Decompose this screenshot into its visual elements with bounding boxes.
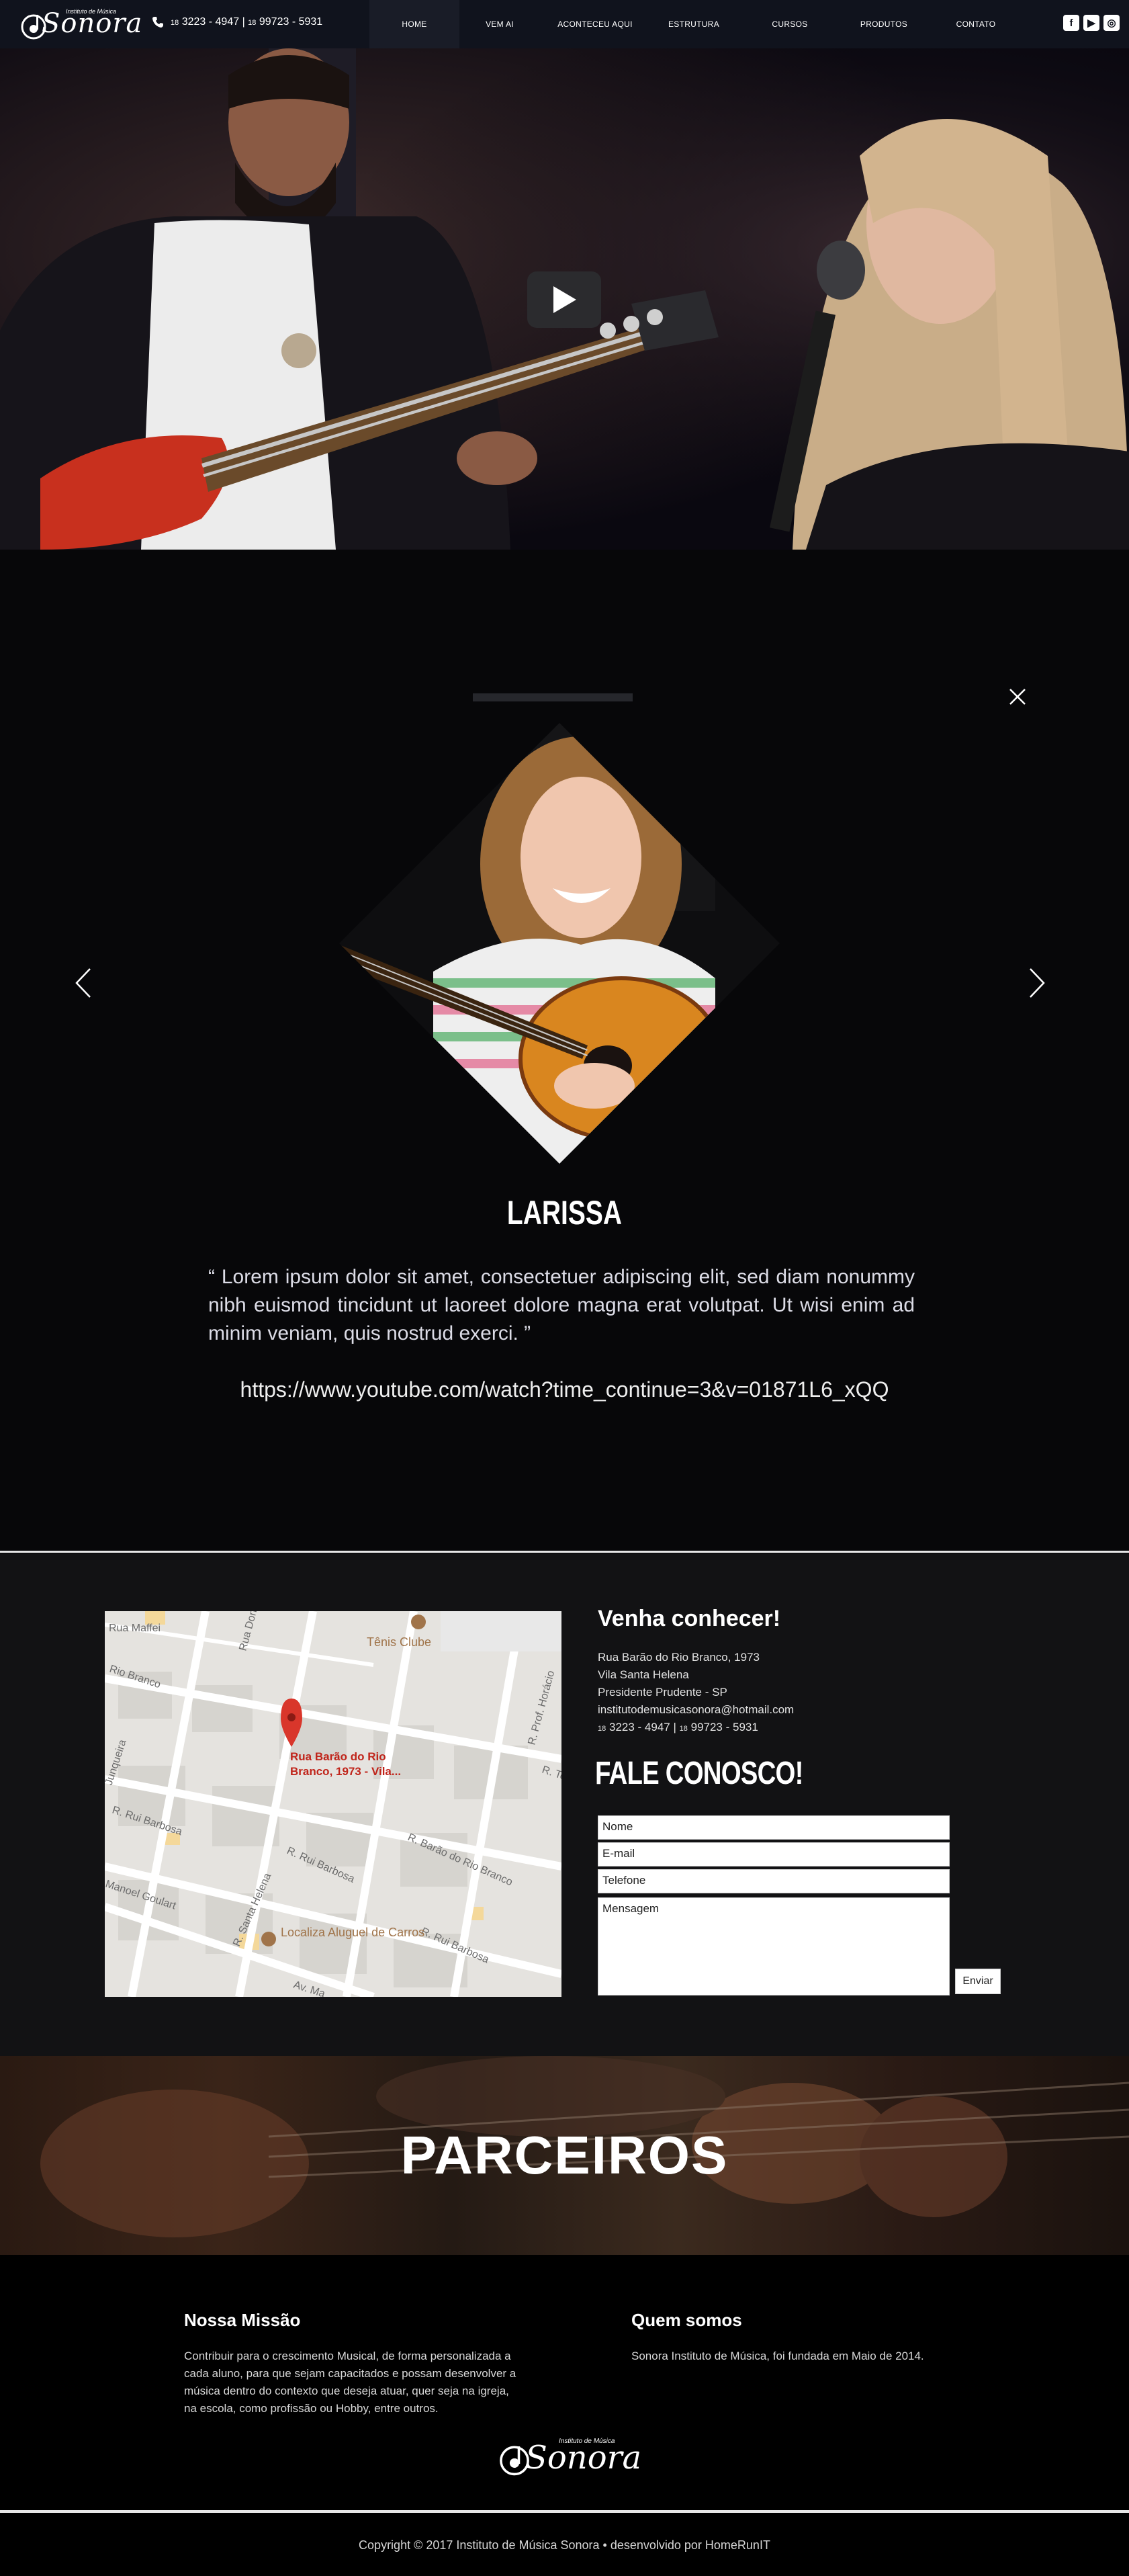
- contact-section: Rua Maffei Rua Dona Militão Rio Branco R…: [0, 1553, 1129, 2056]
- phone-field[interactable]: Telefone: [598, 1869, 950, 1893]
- sonora-logo[interactable]: Instituto de Música Sonora: [17, 4, 142, 44]
- phone-number: 3223 - 4947: [608, 1721, 670, 1733]
- about-text: Sonora Instituto de Música, foi fundada …: [631, 2350, 924, 2362]
- hero-video[interactable]: [0, 48, 1129, 550]
- carousel-indicator[interactable]: [473, 693, 633, 701]
- video-play-button[interactable]: [527, 271, 601, 328]
- testimonial-carousel: LARISSA “ Lorem ipsum dolor sit amet, co…: [0, 550, 1129, 1553]
- testimonial-name: LARISSA: [506, 1194, 623, 1232]
- contact-form-title: FALE CONOSCO!: [595, 1756, 803, 1791]
- phone-number: 99723 - 5931: [690, 1721, 758, 1733]
- about-title: Quem somos: [631, 2310, 742, 2330]
- close-icon[interactable]: [1009, 688, 1026, 705]
- address-line: Vila Santa Helena: [598, 1668, 689, 1681]
- copyright-text: Copyright © 2017 Instituto de Música Son…: [359, 2538, 770, 2552]
- map-place-label: Tênis Clube: [367, 1635, 431, 1649]
- section-divider: [0, 1551, 1129, 1553]
- map-view: Rua Maffei Rua Dona Militão Rio Branco R…: [105, 1611, 561, 1997]
- email-field[interactable]: E-mail: [598, 1842, 950, 1866]
- contact-email[interactable]: institutodemusicasonora@hotmail.com: [598, 1701, 794, 1719]
- menu-item-contato[interactable]: CONTATO: [925, 0, 1026, 48]
- logo-wordmark: Sonora: [525, 2439, 642, 2477]
- send-button[interactable]: Enviar: [955, 1969, 1001, 1994]
- phone-number: 99723 - 5931: [259, 16, 323, 28]
- footer: Nossa Missão Contribuir para o crescimen…: [0, 2255, 1129, 2517]
- testimonial-quote: “ Lorem ipsum dolor sit amet, consectetu…: [208, 1266, 915, 1344]
- partners-banner: PARCEIROS: [0, 2056, 1129, 2255]
- footer-logo[interactable]: Instituto de Música Sonora: [496, 2432, 641, 2489]
- carousel-prev-arrow-icon[interactable]: [74, 966, 93, 1000]
- phone-ddd: 18: [248, 19, 257, 27]
- map-place-label: Localiza Aluguel de Carros: [281, 1926, 424, 1939]
- play-icon: [553, 286, 576, 313]
- social-links: f ▶ ◎: [1063, 15, 1120, 31]
- menu-item-home[interactable]: HOME: [369, 0, 459, 48]
- instagram-icon[interactable]: ◎: [1103, 15, 1120, 31]
- partners-title: PARCEIROS: [400, 2125, 729, 2185]
- logo-wordmark: Sonora: [42, 8, 143, 39]
- phone-ddd: 18: [679, 1725, 688, 1733]
- map-street-label: Rua Maffei: [109, 1623, 161, 1634]
- message-field[interactable]: Mensagem: [598, 1897, 950, 1995]
- carousel-next-arrow-icon[interactable]: [1028, 966, 1046, 1000]
- contact-phone: 18 3223 - 4947 | 18 99723 - 5931: [598, 1719, 794, 1737]
- phone-separator: |: [242, 16, 245, 28]
- contact-address: Rua Barão do Rio Branco, 1973 Vila Santa…: [598, 1649, 794, 1737]
- phone-ddd: 18: [171, 19, 179, 27]
- testimonial-video-link[interactable]: https://www.youtube.com/watch?time_conti…: [0, 1377, 1129, 1402]
- menu-item-cursos[interactable]: CURSOS: [737, 0, 842, 48]
- menu-item-produtos[interactable]: PRODUTOS: [842, 0, 925, 48]
- facebook-icon[interactable]: f: [1063, 15, 1079, 31]
- menu-item-vem-ai[interactable]: VEM AI: [459, 0, 540, 48]
- menu-item-aconteceu-aqui[interactable]: ACONTECEU AQUI: [540, 0, 650, 48]
- visit-title: Venha conhecer!: [598, 1606, 781, 1631]
- address-line: Presidente Prudente - SP: [598, 1686, 727, 1699]
- mission-title: Nossa Missão: [184, 2310, 301, 2330]
- phone-separator: |: [673, 1721, 676, 1733]
- phone-ddd: 18: [598, 1725, 606, 1733]
- location-map[interactable]: Rua Maffei Rua Dona Militão Rio Branco R…: [105, 1611, 561, 1997]
- mission-text: Contribuir para o crescimento Musical, d…: [184, 2350, 516, 2415]
- youtube-icon[interactable]: ▶: [1083, 15, 1099, 31]
- menu-item-estrutura[interactable]: ESTRUTURA: [650, 0, 737, 48]
- main-menu: HOME VEM AI ACONTECEU AQUI ESTRUTURA CUR…: [369, 0, 1026, 48]
- name-field[interactable]: Nome: [598, 1815, 950, 1840]
- phone-number: 3223 - 4947: [181, 16, 240, 28]
- nav-phone: 18 3223 - 4947 | 18 99723 - 5931: [152, 16, 322, 28]
- testimonial-photo: [339, 723, 780, 1164]
- phone-icon: [152, 17, 163, 28]
- top-navbar: Instituto de Música Sonora 18 3223 - 494…: [0, 0, 1129, 48]
- address-line: Rua Barão do Rio Branco, 1973: [598, 1651, 760, 1664]
- copyright-bar: Copyright © 2017 Instituto de Música Son…: [0, 2510, 1129, 2576]
